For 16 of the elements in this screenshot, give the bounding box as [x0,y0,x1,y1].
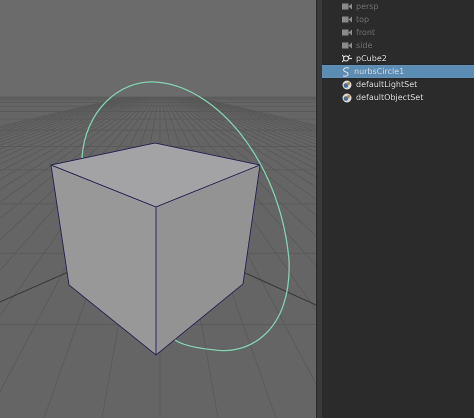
outliner-item[interactable]: top [322,13,474,26]
camera-icon [342,29,352,36]
outliner-item[interactable]: persp [322,0,474,13]
transform-icon [342,54,352,63]
camera-icon [342,3,352,10]
outliner-item[interactable]: front [322,26,474,39]
outliner-item[interactable]: side [322,39,474,52]
camera-icon [342,42,352,49]
outliner-item[interactable]: pCube2 [322,52,474,65]
outliner-item[interactable]: nurbsCircle1 [322,65,474,78]
set-icon [342,92,352,102]
camera-icon [342,16,352,23]
set-icon [342,80,352,90]
curve-icon [342,66,350,76]
outliner-item[interactable]: defaultLightSet [322,78,474,91]
outliner-item[interactable]: defaultObjectSet [322,91,474,104]
